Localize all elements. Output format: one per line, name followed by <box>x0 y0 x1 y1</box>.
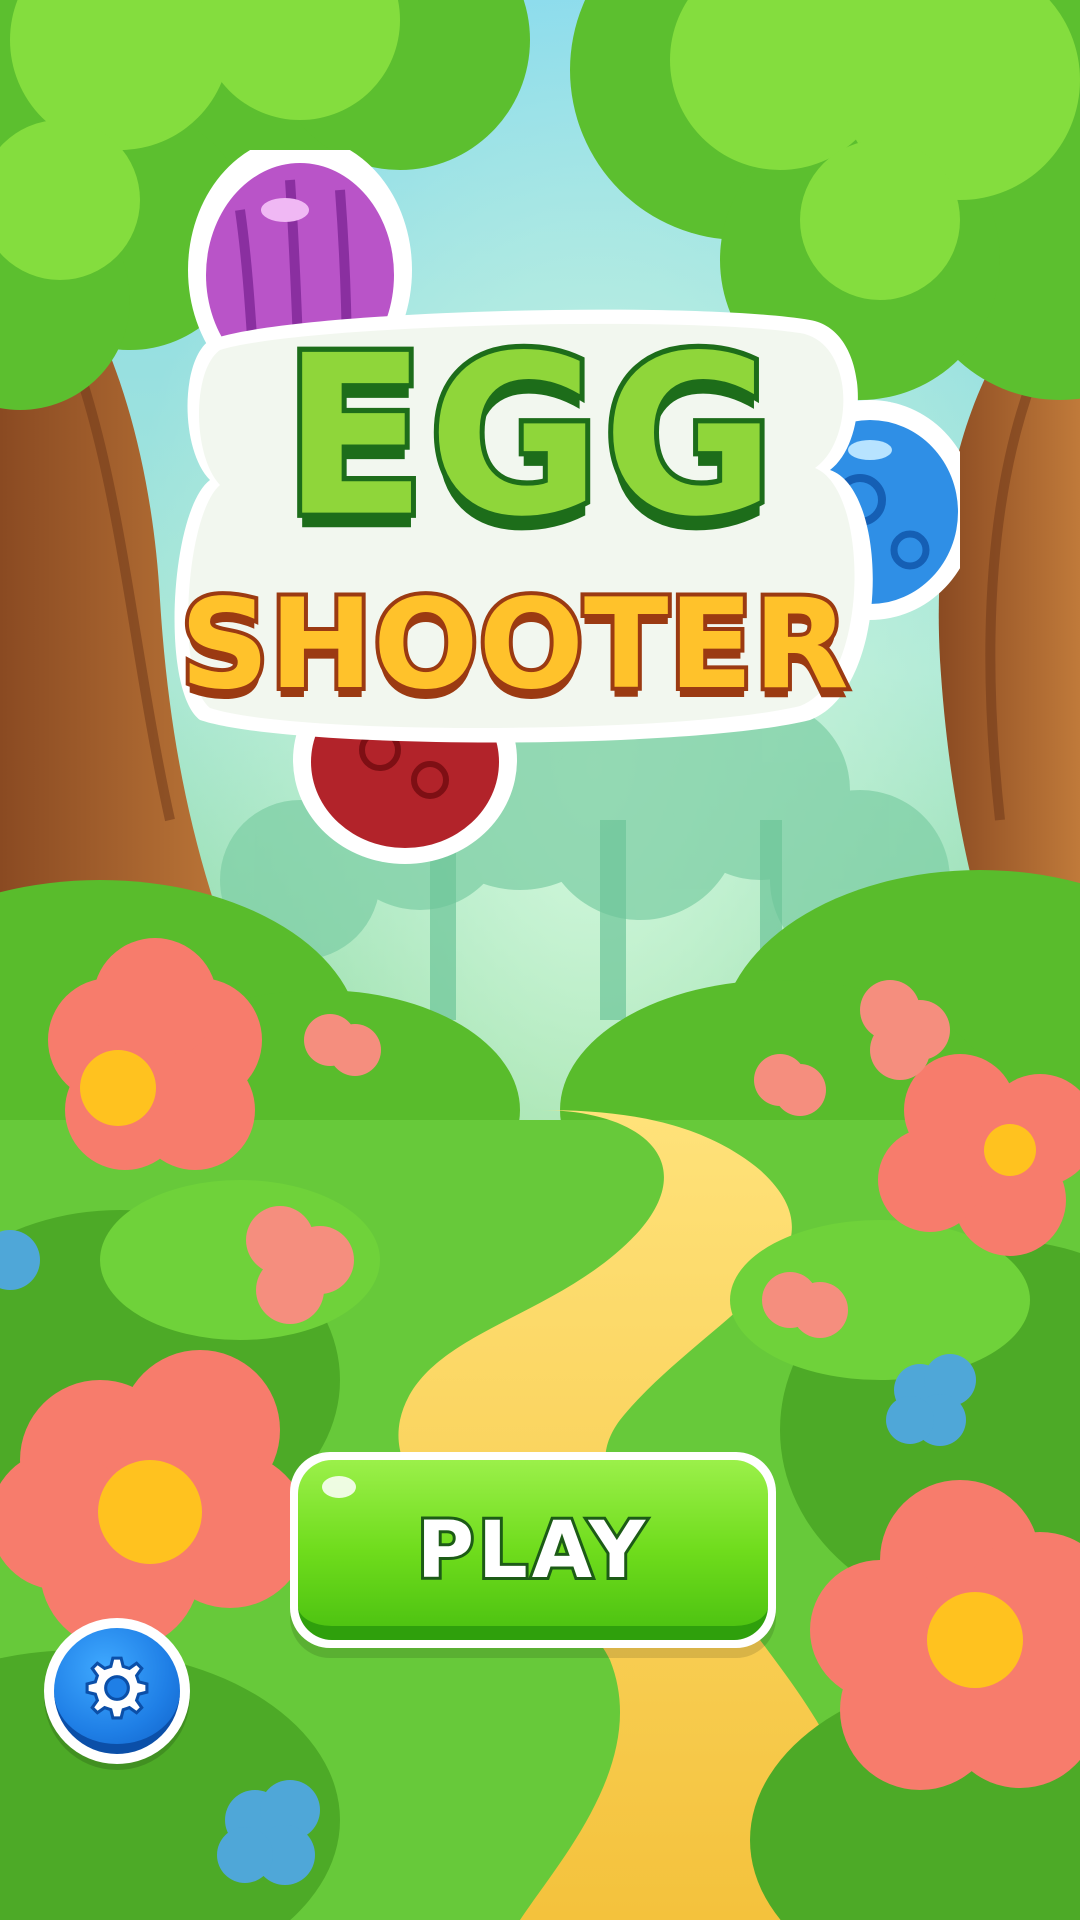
play-button[interactable]: PLAY <box>290 1452 776 1648</box>
play-button-shine <box>322 1476 356 1498</box>
play-button-label: PLAY <box>414 1503 650 1599</box>
settings-button-face[interactable] <box>54 1628 180 1754</box>
title-shooter: SHOOTER <box>176 569 853 721</box>
gear-icon <box>85 1656 149 1720</box>
settings-button[interactable] <box>44 1618 190 1764</box>
play-button-face[interactable]: PLAY <box>298 1460 768 1640</box>
title-egg: EGG <box>278 307 780 566</box>
game-logo: EGG SHOOTER <box>170 150 960 870</box>
game-screen: EGG SHOOTER PLAY <box>0 0 1080 1920</box>
